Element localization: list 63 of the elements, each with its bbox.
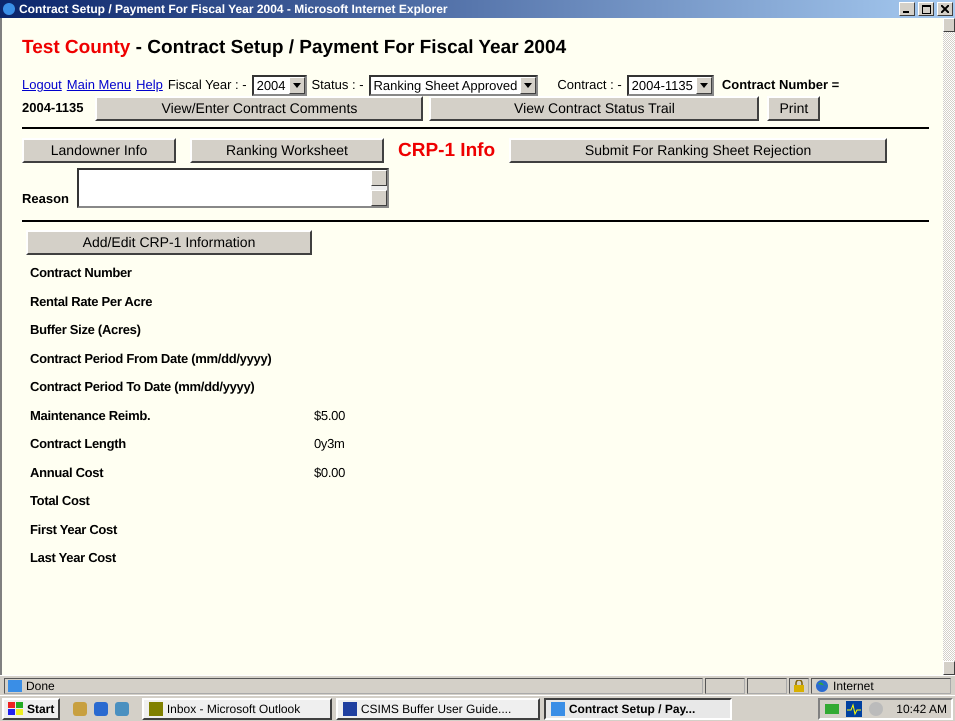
maximize-button[interactable] [918, 2, 934, 16]
status-pane [747, 678, 787, 694]
field-label: Last Year Cost [30, 549, 117, 567]
window-title: Contract Setup / Payment For Fiscal Year 2004 - Microsoft Internet Explorer [19, 1, 449, 18]
field-label: Maintenance Reimb. [30, 406, 152, 424]
field-value: 0y3m [314, 435, 346, 453]
lock-icon [793, 680, 805, 692]
globe-icon [815, 678, 829, 692]
reject-button[interactable]: Submit For Ranking Sheet Rejection [509, 138, 888, 164]
edit-button[interactable]: Add/Edit CRP-1 Information [26, 230, 312, 255]
app-icon [148, 700, 164, 716]
field-label: Contract Period To Date (mm/dd/yyyy) [30, 378, 256, 396]
section-tab[interactable]: Ranking Worksheet [190, 138, 384, 164]
status-text: Done [26, 678, 55, 694]
quick-launch-icon[interactable] [92, 700, 110, 718]
taskbar-button[interactable]: CSIMS Buffer User Guide.... [336, 698, 540, 720]
nav-link[interactable]: Logout [22, 75, 62, 95]
contract-number-label: Contract Number = [722, 76, 840, 94]
field-label: Contract Length [30, 435, 127, 453]
reason-field[interactable] [76, 168, 389, 208]
field-label: Annual Cost [30, 464, 104, 482]
taskbar-button[interactable]: Contract Setup / Pay... [544, 698, 732, 720]
action-button[interactable]: Print [767, 96, 820, 120]
field-value: $5.00 [314, 406, 346, 424]
page-title: - Contract Setup / Payment For Fiscal Year 2004 [134, 37, 566, 58]
action-button[interactable]: View/Enter Contract Comments [95, 96, 424, 120]
field-value: $0.00 [314, 464, 346, 482]
section-tab[interactable]: Landowner Info [22, 138, 176, 164]
close-button[interactable] [937, 2, 953, 16]
dropdown[interactable]: 2004 [252, 74, 307, 96]
windows-logo-icon [8, 702, 24, 716]
nav-link[interactable]: Help [136, 75, 163, 95]
quick-launch-icon[interactable] [113, 700, 132, 718]
current-section-label: CRP-1 Info [398, 138, 496, 162]
nav-link[interactable]: Main Menu [66, 75, 132, 95]
maximize-icon [922, 4, 930, 14]
field-label: Rental Rate Per Acre [30, 292, 154, 310]
page-icon [8, 680, 22, 692]
dropdown[interactable]: 2004-1135 [626, 74, 714, 96]
field-label: Contract Number [30, 264, 133, 282]
field-label: First Year Cost [30, 520, 118, 538]
county-name: Test County [22, 37, 130, 58]
taskbar-button[interactable]: Inbox - Microsoft Outlook [142, 698, 332, 720]
browser-icon [2, 2, 16, 16]
filter-label: Status : - [312, 76, 364, 94]
zone-text: Internet [833, 678, 874, 694]
tray-icon[interactable] [846, 700, 862, 716]
app-icon [342, 700, 358, 716]
action-button[interactable]: View Contract Status Trail [429, 96, 760, 120]
contract-number-value: 2004-1135 [22, 99, 84, 118]
filter-label: Contract : - [557, 76, 622, 94]
dropdown[interactable]: Ranking Sheet Approved [368, 74, 538, 96]
reason-label: Reason [22, 190, 69, 208]
clock: 10:42 AM [896, 700, 947, 718]
status-pane [705, 678, 745, 694]
minimize-button[interactable] [899, 2, 915, 16]
filter-label: Fiscal Year : - [168, 76, 247, 94]
field-label: Total Cost [30, 492, 91, 510]
field-label: Buffer Size (Acres) [30, 321, 142, 339]
start-button[interactable]: Start [2, 698, 60, 720]
field-label: Contract Period From Date (mm/dd/yyyy) [30, 350, 272, 368]
app-icon [550, 700, 566, 716]
close-icon [941, 5, 949, 13]
